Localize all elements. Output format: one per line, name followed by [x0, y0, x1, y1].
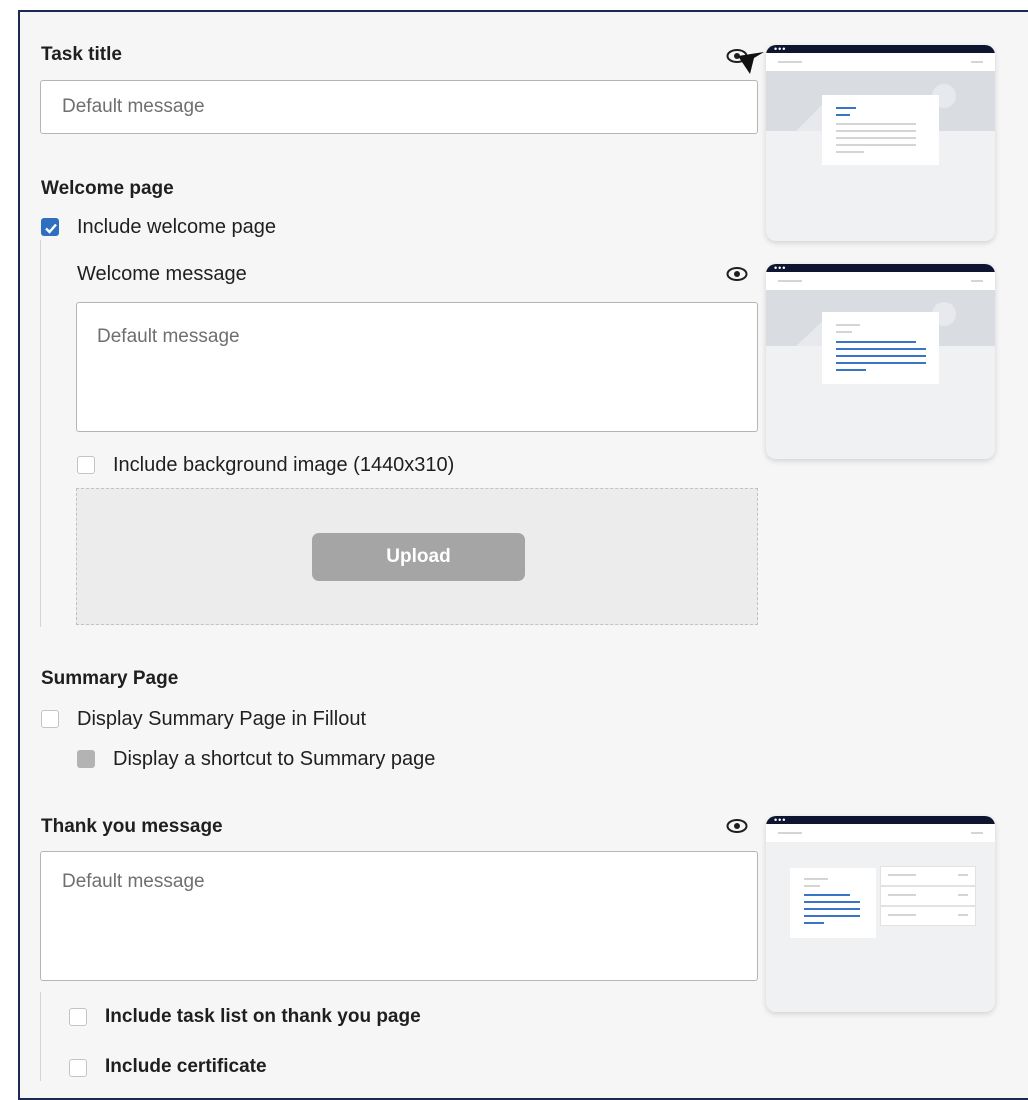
display-summary-label: Display Summary Page in Fillout: [77, 708, 366, 730]
eye-icon[interactable]: [726, 818, 748, 834]
thank-you-group-divider: [40, 992, 41, 1081]
welcome-message-label: Welcome message: [77, 263, 247, 285]
task-title-heading: Task title: [41, 44, 122, 65]
thank-you-preview: •••: [766, 816, 995, 1012]
eye-icon[interactable]: [726, 266, 748, 282]
include-task-list-checkbox[interactable]: [69, 1008, 87, 1026]
include-certificate-label: Include certificate: [105, 1056, 267, 1077]
task-title-input[interactable]: Default message: [40, 80, 758, 134]
include-task-list-label: Include task list on thank you page: [105, 1006, 421, 1027]
thank-you-placeholder: Default message: [62, 871, 205, 892]
welcome-message-preview: •••: [766, 264, 995, 459]
include-certificate-checkbox[interactable]: [69, 1059, 87, 1077]
display-summary-checkbox[interactable]: [41, 710, 59, 728]
welcome-group-divider: [40, 240, 41, 627]
welcome-message-textarea[interactable]: Default message: [76, 302, 758, 432]
welcome-message-placeholder: Default message: [97, 326, 240, 347]
summary-shortcut-checkbox[interactable]: [77, 750, 95, 768]
include-bg-image-label: Include background image (1440x310): [113, 454, 455, 476]
include-welcome-checkbox[interactable]: [41, 218, 59, 236]
include-bg-image-checkbox[interactable]: [77, 456, 95, 474]
task-title-preview: •••: [766, 45, 995, 241]
summary-page-heading: Summary Page: [41, 668, 179, 689]
thank-you-textarea[interactable]: Default message: [40, 851, 758, 981]
welcome-page-heading: Welcome page: [41, 178, 174, 199]
bg-image-dropzone[interactable]: Upload: [76, 488, 758, 625]
upload-button[interactable]: Upload: [312, 533, 525, 581]
include-welcome-label: Include welcome page: [77, 216, 277, 238]
task-title-placeholder: Default message: [62, 96, 205, 117]
summary-shortcut-label: Display a shortcut to Summary page: [113, 748, 436, 770]
cursor-icon: [738, 52, 766, 76]
thank-you-heading: Thank you message: [41, 816, 223, 837]
checkmark-icon: [45, 223, 57, 234]
